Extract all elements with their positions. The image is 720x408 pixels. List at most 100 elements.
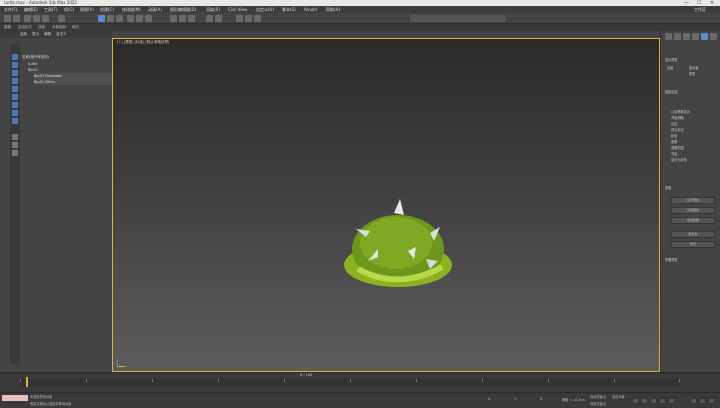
angle-snap-icon[interactable] bbox=[179, 15, 186, 22]
tab-modeling[interactable]: 建模 bbox=[4, 24, 11, 31]
by-layer-button[interactable]: 按层 bbox=[671, 241, 715, 248]
filter-geometry-icon[interactable] bbox=[12, 54, 18, 60]
cb-backface-cull[interactable]: 背面消隐 bbox=[671, 115, 684, 120]
filter-spacewarps-icon[interactable] bbox=[12, 94, 18, 100]
menu-edit[interactable]: 编辑(E) bbox=[24, 6, 38, 13]
move-icon[interactable] bbox=[127, 15, 134, 22]
tree-item-pelvis[interactable]: Bip01 Pelvis bbox=[34, 79, 122, 85]
cb-ignore-extents[interactable]: 忽略范围 bbox=[671, 145, 684, 150]
tab-object-paint[interactable]: 对象绘制 bbox=[52, 24, 66, 31]
hierarchy-tab-icon[interactable] bbox=[683, 33, 690, 40]
menu-rendering[interactable]: 渲染(R) bbox=[206, 6, 220, 13]
cb-see-through[interactable]: 透明 bbox=[671, 139, 677, 144]
cb-vertex-ticks[interactable]: 顶点标记 bbox=[671, 127, 684, 132]
utilities-tab-icon[interactable] bbox=[710, 33, 717, 40]
zoom-icon[interactable] bbox=[690, 398, 697, 404]
prev-frame-icon[interactable] bbox=[641, 398, 648, 404]
scale-icon[interactable] bbox=[145, 15, 152, 22]
coord-y-label[interactable]: Y: bbox=[514, 397, 517, 401]
set-key-button[interactable]: 设置关键点 bbox=[590, 401, 606, 406]
filter-shapes-icon[interactable] bbox=[12, 62, 18, 68]
tab-selection[interactable]: 选择 bbox=[38, 24, 45, 31]
menu-civil-view[interactable]: Civil View bbox=[228, 6, 247, 13]
material-editor-icon[interactable] bbox=[236, 15, 243, 22]
redo-icon[interactable] bbox=[13, 15, 20, 22]
cb-frozen[interactable]: 冻结 bbox=[671, 151, 677, 156]
tab-freeform[interactable]: 自由形式 bbox=[18, 24, 32, 31]
mirror-icon[interactable] bbox=[206, 15, 213, 22]
key-mode-dropdown[interactable]: 选定对象 bbox=[612, 394, 625, 399]
select-by-name-icon[interactable] bbox=[107, 15, 114, 22]
menu-modifiers[interactable]: 修改器(M) bbox=[122, 6, 141, 13]
menu-file[interactable]: 文件(F) bbox=[4, 6, 17, 13]
render-setup-icon[interactable] bbox=[245, 15, 252, 22]
undo-icon[interactable] bbox=[4, 15, 11, 22]
menu-view[interactable]: 视图(V) bbox=[80, 6, 94, 13]
menu-tools[interactable]: 工具(T) bbox=[44, 6, 58, 13]
render-props-button[interactable]: 渲染属性 bbox=[671, 207, 715, 214]
filter-cameras-icon[interactable] bbox=[12, 78, 18, 84]
menu-scripting[interactable]: 脚本(S) bbox=[282, 6, 296, 13]
frame-cursor[interactable] bbox=[26, 377, 28, 387]
menu-arnold[interactable]: Arnold bbox=[304, 6, 317, 13]
filter-lights-icon[interactable] bbox=[12, 70, 18, 76]
coord-x-label[interactable]: X: bbox=[488, 397, 491, 401]
perspective-viewport[interactable]: [+] [透视] [标准] [默认明暗处理] bbox=[112, 38, 660, 372]
select-icon[interactable] bbox=[98, 15, 105, 22]
goto-end-icon[interactable] bbox=[668, 398, 675, 404]
explorer-tab-customize[interactable]: 自定义 bbox=[56, 31, 67, 38]
workspace-label[interactable]: 工作区 bbox=[694, 6, 706, 13]
motion-tab-icon[interactable] bbox=[692, 33, 699, 40]
next-frame-icon[interactable] bbox=[659, 398, 666, 404]
by-object-button[interactable]: 按对象 bbox=[671, 231, 715, 238]
create-tab-icon[interactable] bbox=[665, 33, 672, 40]
menu-animation[interactable]: 动画(A) bbox=[148, 6, 162, 13]
coord-z-label[interactable]: Z: bbox=[540, 397, 543, 401]
link-icon[interactable] bbox=[24, 15, 31, 22]
explorer-tab-display[interactable]: 显示 bbox=[32, 31, 39, 38]
menu-group[interactable]: 组(G) bbox=[64, 6, 74, 13]
section-bone-props[interactable]: 骨骼属性 bbox=[665, 257, 678, 262]
section-display-properties[interactable]: 显示属性 bbox=[665, 57, 678, 62]
menu-help[interactable]: 帮助(H) bbox=[326, 6, 340, 13]
filter-helpers-icon[interactable] bbox=[12, 86, 18, 92]
cb-trajectory[interactable]: 轨迹 bbox=[671, 133, 677, 138]
menu-graph-editors[interactable]: 图形编辑器(D) bbox=[170, 6, 196, 13]
maxscript-listener[interactable] bbox=[2, 395, 28, 401]
bind-spacewarp-icon[interactable] bbox=[42, 15, 49, 22]
explorer-tab-select[interactable]: 选择 bbox=[20, 31, 27, 38]
menu-customize[interactable]: 自定义(U) bbox=[256, 6, 274, 13]
section-params[interactable]: 参数 bbox=[665, 185, 671, 190]
region-select-icon[interactable] bbox=[116, 15, 123, 22]
filter-invert-icon[interactable] bbox=[12, 150, 18, 156]
unlink-icon[interactable] bbox=[33, 15, 40, 22]
align-icon[interactable] bbox=[215, 15, 222, 22]
cb-bounding-box[interactable]: 以边界框显示 bbox=[671, 109, 690, 114]
filter-all-icon[interactable] bbox=[12, 134, 18, 140]
rotate-icon[interactable] bbox=[136, 15, 143, 22]
snap-icon[interactable] bbox=[170, 15, 177, 22]
explorer-tab-edit[interactable]: 编辑 bbox=[44, 31, 51, 38]
play-icon[interactable] bbox=[650, 398, 657, 404]
time-slider[interactable]: 0 / 100 bbox=[0, 372, 720, 392]
project-path-field[interactable] bbox=[410, 15, 506, 22]
filter-bones-icon[interactable] bbox=[12, 118, 18, 124]
filter-xrefs-icon[interactable] bbox=[12, 110, 18, 116]
orbit-icon[interactable] bbox=[699, 398, 706, 404]
render-icon[interactable] bbox=[254, 15, 261, 22]
cb-show-gray[interactable]: 显示为灰色 bbox=[671, 157, 687, 162]
display-tab-icon[interactable] bbox=[701, 33, 708, 40]
opt-by-layer[interactable]: 按层 bbox=[689, 71, 695, 76]
tree-header[interactable]: 名称(按升序排序) bbox=[22, 54, 110, 60]
auto-key-button[interactable]: 自动关键点 bbox=[590, 394, 606, 399]
tab-populate[interactable]: 填充 bbox=[72, 24, 79, 31]
viewport-label[interactable]: [+] [透视] [标准] [默认明暗处理] bbox=[117, 40, 169, 45]
section-link-info[interactable]: 链接信息 bbox=[665, 89, 678, 94]
pan-icon[interactable] bbox=[708, 398, 715, 404]
timeline-ruler[interactable] bbox=[20, 377, 680, 387]
goto-start-icon[interactable] bbox=[632, 398, 639, 404]
selection-filter-dropdown[interactable] bbox=[58, 15, 65, 22]
percent-snap-icon[interactable] bbox=[188, 15, 195, 22]
modify-tab-icon[interactable] bbox=[674, 33, 681, 40]
filter-groups-icon[interactable] bbox=[12, 102, 18, 108]
